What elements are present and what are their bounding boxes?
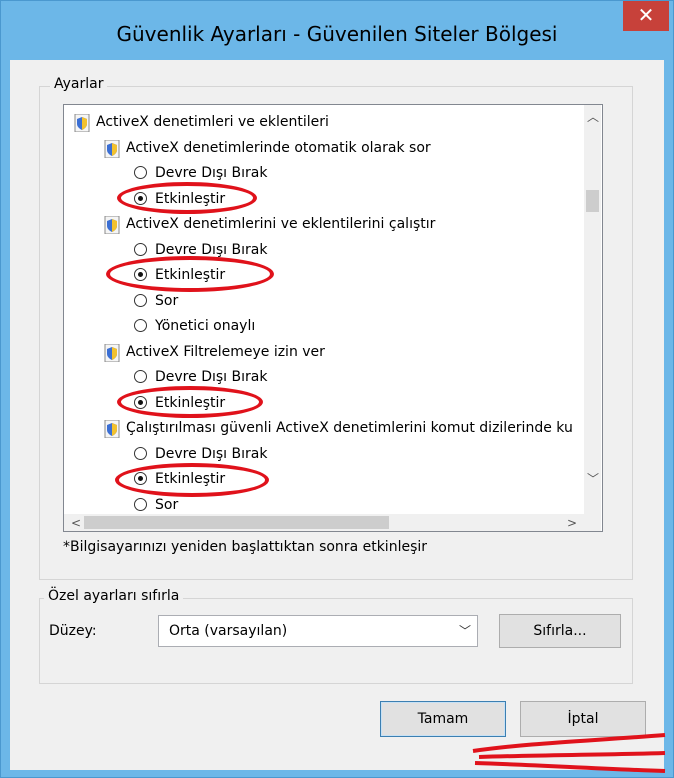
- level-select[interactable]: Orta (varsayılan) ﹀: [158, 615, 478, 647]
- shield-icon: [74, 113, 90, 133]
- annotation-oval: [117, 386, 263, 418]
- shield-icon: [104, 419, 120, 439]
- tree-item-label: ActiveX denetimlerinde otomatik olarak s…: [126, 139, 431, 156]
- tree-item-label: Devre Dışı Bırak: [155, 165, 268, 181]
- radio-unchecked-icon[interactable]: [134, 242, 147, 256]
- restart-note: *Bilgisayarınızı yeniden başlattıktan so…: [63, 539, 428, 555]
- radio-unchecked-icon[interactable]: [134, 446, 147, 460]
- scroll-left-icon[interactable]: <: [68, 515, 84, 531]
- radio-unchecked-icon[interactable]: [134, 166, 147, 179]
- close-icon: ✕: [637, 3, 655, 27]
- annotation-oval: [115, 463, 269, 497]
- tree-item-label: Çalıştırılması güvenli ActiveX denetimle…: [126, 420, 573, 436]
- tree-item-label: ActiveX denetimleri ve eklentileri: [96, 114, 329, 130]
- tree-item-label: Yönetici onaylı: [155, 318, 256, 334]
- radio-unchecked-icon[interactable]: [134, 370, 147, 383]
- scroll-down-icon[interactable]: ﹀: [585, 471, 601, 487]
- settings-group-legend: Ayarlar: [50, 76, 108, 92]
- radio-unchecked-icon[interactable]: [134, 293, 147, 307]
- window-title: Güvenlik Ayarları - Güvenilen Siteler Bö…: [116, 22, 558, 46]
- reset-button[interactable]: Sıfırla...: [499, 614, 621, 648]
- radio-unchecked-icon[interactable]: [134, 319, 147, 332]
- tree-item-label: Sor: [155, 496, 179, 513]
- shield-icon: [104, 215, 120, 235]
- reset-group-legend: Özel ayarları sıfırla: [44, 588, 184, 604]
- horizontal-scrollbar[interactable]: < >: [64, 514, 584, 531]
- annotation-arrow: [472, 733, 666, 773]
- horizontal-scroll-thumb[interactable]: [84, 516, 389, 529]
- tree-item-label: Devre Dışı Bırak: [155, 369, 268, 385]
- tree-item-label: ActiveX denetimlerini ve eklentilerini ç…: [126, 216, 436, 232]
- dialog-body: Ayarlar ActiveX denetimleri ve eklentile…: [10, 60, 664, 770]
- tree-item-label: Devre Dışı Bırak: [155, 445, 268, 462]
- shield-icon: [104, 343, 120, 362]
- annotation-oval: [117, 182, 257, 214]
- chevron-down-icon: ﹀: [458, 624, 471, 638]
- level-label: Düzey:: [49, 623, 97, 639]
- scroll-up-icon[interactable]: ︿: [585, 109, 601, 125]
- radio-unchecked-icon[interactable]: [134, 497, 147, 511]
- vertical-scroll-thumb[interactable]: [586, 190, 599, 212]
- tree-item-label: Sor: [155, 292, 179, 309]
- scroll-right-icon[interactable]: >: [564, 515, 580, 531]
- shield-icon: [104, 139, 120, 158]
- scroll-corner: [584, 514, 601, 531]
- vertical-scrollbar[interactable]: ︿ ﹀: [584, 105, 601, 514]
- annotation-oval: [106, 256, 274, 292]
- security-settings-window: Güvenlik Ayarları - Güvenilen Siteler Bö…: [0, 0, 674, 778]
- level-select-value: Orta (varsayılan): [169, 623, 288, 639]
- tree-item-label: ActiveX Filtrelemeye izin ver: [126, 343, 325, 360]
- close-button[interactable]: ✕: [623, 1, 669, 31]
